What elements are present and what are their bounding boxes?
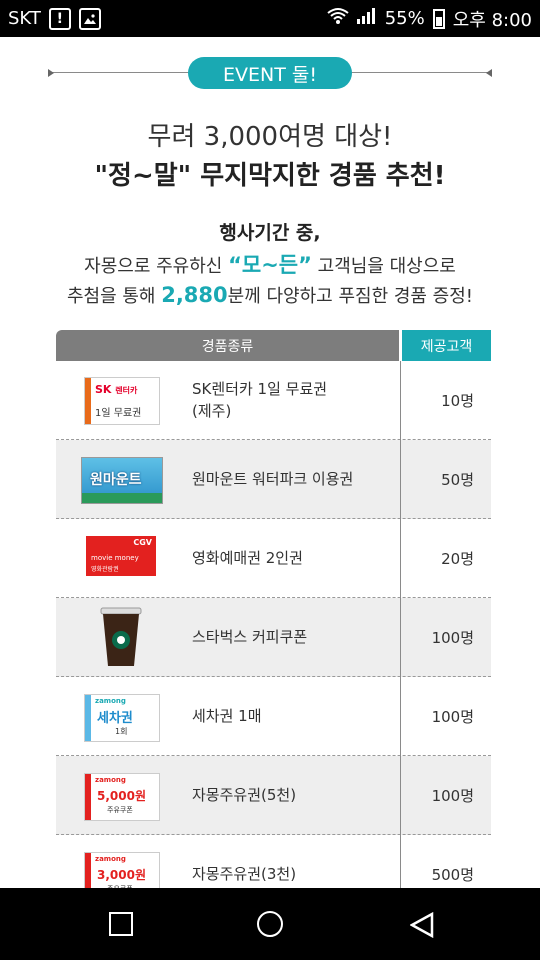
event-badge: EVENT 둘! [188,57,352,89]
description-line2: 자몽으로 주유하신 “모~든” 고객님을 대상으로 [0,249,540,279]
sk-rentcar-coupon-image: SK 렌터카 1일 무료권 [84,377,160,425]
fuel-coupon-3000-image: zamong 3,000원 주유쿠폰 [84,852,160,888]
battery-percent: 55% [384,8,425,29]
divider-right-arrow-icon [486,69,492,77]
headline-line2: "정~말" 무지막지한 경품 추천! [94,161,446,191]
prize-qty: 100명 [431,707,474,726]
divider-left-arrow-icon [48,69,54,77]
zamong-logo: zamong [95,776,126,784]
clock: 오후 8:00 [452,9,532,31]
battery-icon [432,8,445,29]
headline-line1: 무려 3,000여명 대상! [147,122,393,152]
zamong-logo: zamong [95,855,126,863]
car-wash-coupon-image: zamong 세차권 1회 [84,694,160,742]
table-header-prize: 경품종류 [56,330,399,361]
description-text: 고객님을 대상으로 [311,256,456,277]
prize-name: SK렌터카 1일 무료권 (제주) [192,380,328,420]
description-text: 자몽으로 주유하신 [84,256,229,277]
description-accent: “모~든” [228,253,312,277]
description-text: 분께 다양하고 푸짐한 경품 증정! [227,286,474,307]
movie-money-text: movie money [91,554,139,562]
car-wash-text: 세차권 [97,711,133,726]
fuel-sub-text: 주유쿠폰 [107,806,133,814]
prize-name: 세차권 1매 [192,707,262,725]
table-row: zamong 5,000원 주유쿠폰 자몽주유권(5천) 100명 [56,756,491,835]
prize-qty: 100명 [431,786,474,805]
back-button[interactable] [409,911,434,942]
prize-name: 자몽주유권(5천) [192,786,297,804]
wifi-icon [327,7,349,30]
fuel-coupon-5000-image: zamong 5,000원 주유쿠폰 [84,773,160,821]
home-button[interactable] [257,911,283,937]
fuel-amount-text: 3,000원 [97,868,146,882]
signal-icon [356,8,377,29]
recent-apps-button[interactable] [109,912,133,936]
prize-qty: 10명 [441,391,474,410]
prize-name: 원마운트 워터파크 이용권 [192,470,354,488]
description-text: 추첨을 통해 [66,286,162,307]
carrier-label: SKT [8,8,41,29]
prize-qty: 100명 [431,628,474,647]
car-wash-sub: 1회 [115,727,128,736]
prize-qty: 20명 [441,549,474,568]
starbucks-coffee-image [99,606,143,668]
fuel-amount-text: 5,000원 [97,789,146,803]
table-row: 스타벅스 커피쿠폰 100명 [56,598,491,677]
prize-qty: 500명 [431,865,474,884]
table-row: zamong 세차권 1회 세차권 1매 100명 [56,677,491,756]
alert-notification-icon: ! [48,7,71,30]
zamong-logo: zamong [95,697,126,705]
movie-ticket-image: CGV movie money 영화관람권 [86,536,156,576]
winner-count: 2,880 [161,283,228,307]
image-notification-icon [78,7,101,30]
prize-name: 자몽주유권(3천) [192,865,297,883]
onemount-logo-text: 원마운트 [90,472,142,488]
table-row: 원마운트 원마운트 워터파크 이용권 50명 [56,440,491,519]
prize-qty: 50명 [441,470,474,489]
sk-brand: SK [95,383,112,396]
description-line3: 추첨을 통해 2,880분께 다양하고 푸짐한 경품 증정! [0,282,540,308]
description-line1: 행사기간 중, [219,222,321,244]
cgv-logo: CGV [133,538,152,547]
sk-coupon-text: 1일 무료권 [95,408,142,419]
onemount-waterpark-image: 원마운트 [81,457,163,504]
table-column-divider [400,361,401,888]
table-row: zamong 3,000원 주유쿠폰 자몽주유권(3천) 500명 [56,835,491,888]
table-header-qty: 제공고객 [402,330,491,361]
movie-sub-text: 영화관람권 [91,566,119,573]
table-row: CGV movie money 영화관람권 영화예매권 2인권 20명 [56,519,491,598]
table-row: SK 렌터카 1일 무료권 SK렌터카 1일 무료권 (제주) 10명 [56,361,491,440]
event-content: EVENT 둘! 무려 3,000여명 대상! "정~말" 무지막지한 경품 추… [0,37,540,888]
status-bar: SKT ! 55% 오후 8:00 [0,0,540,37]
prize-name: 영화예매권 2인권 [192,549,303,567]
prize-name: 스타벅스 커피쿠폰 [192,628,308,646]
back-icon [409,911,434,939]
sk-sub: 렌터카 [115,386,138,395]
